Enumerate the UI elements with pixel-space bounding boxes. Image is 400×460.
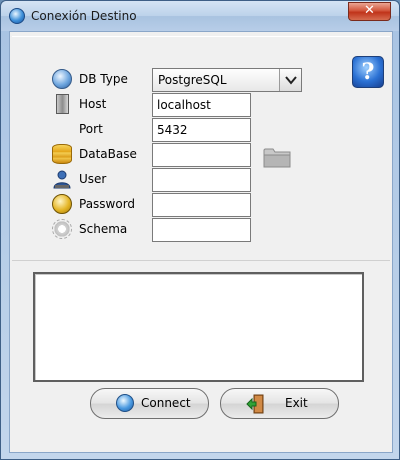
- globe-icon: [52, 69, 72, 89]
- connect-button-label: Connect: [141, 396, 191, 410]
- folder-icon[interactable]: [262, 143, 292, 169]
- password-field[interactable]: [152, 193, 251, 217]
- port-label: Port: [79, 122, 103, 136]
- schema-field[interactable]: [152, 218, 251, 242]
- db-type-select[interactable]: PostgreSQL: [152, 68, 302, 92]
- database-icon: [52, 144, 72, 164]
- connect-button[interactable]: Connect: [90, 388, 209, 419]
- password-row: Password: [52, 193, 352, 217]
- database-row: DataBase: [52, 143, 352, 169]
- server-icon: [56, 94, 69, 114]
- port-row: Port 5432: [52, 118, 352, 142]
- user-row: User: [52, 168, 352, 192]
- client-area: ? DB Type PostgreSQL Host localhost Port…: [9, 31, 393, 453]
- port-field[interactable]: 5432: [152, 118, 251, 142]
- exit-button-label: Exit: [285, 396, 308, 410]
- user-icon: [52, 169, 72, 189]
- globe-icon: [116, 394, 134, 412]
- chevron-down-icon[interactable]: [279, 69, 301, 91]
- gear-icon: [52, 219, 72, 239]
- log-output-area[interactable]: [33, 272, 364, 382]
- user-label: User: [79, 172, 107, 186]
- title-bar[interactable]: Conexión Destino ✕: [1, 1, 399, 31]
- window-title: Conexión Destino: [31, 9, 137, 23]
- user-field[interactable]: [152, 168, 251, 192]
- password-label: Password: [79, 197, 136, 211]
- lock-icon: [52, 194, 72, 214]
- exit-button[interactable]: Exit: [220, 388, 339, 419]
- schema-row: Schema: [52, 218, 352, 242]
- exit-door-icon: [246, 394, 264, 414]
- help-button[interactable]: ?: [352, 56, 384, 88]
- host-row: Host localhost: [52, 93, 352, 117]
- host-label: Host: [79, 97, 107, 111]
- database-field[interactable]: [152, 143, 251, 167]
- globe-icon: [9, 8, 25, 24]
- dialog-window: Conexión Destino ✕ ? DB Type PostgreSQL …: [0, 0, 400, 460]
- schema-label: Schema: [79, 222, 128, 236]
- db-type-label: DB Type: [79, 72, 128, 86]
- output-panel: Connect Exit: [12, 260, 390, 450]
- connection-form-panel: ? DB Type PostgreSQL Host localhost Port…: [12, 36, 390, 256]
- db-type-selected-value: PostgreSQL: [158, 73, 227, 87]
- host-field[interactable]: localhost: [152, 93, 251, 117]
- database-label: DataBase: [79, 147, 137, 161]
- db-type-row: DB Type PostgreSQL: [52, 68, 352, 92]
- close-button[interactable]: ✕: [348, 2, 391, 21]
